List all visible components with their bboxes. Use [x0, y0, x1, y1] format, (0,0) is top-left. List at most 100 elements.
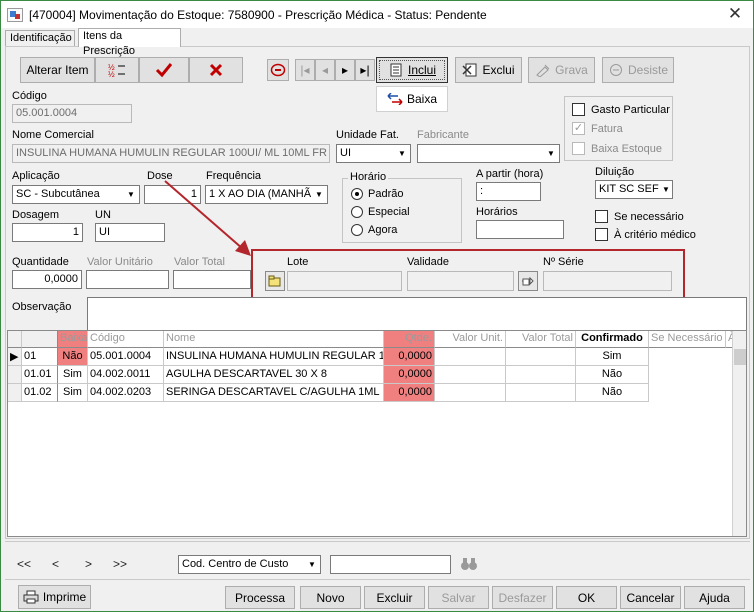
- grid-header-valor-total[interactable]: Valor Total: [506, 331, 576, 348]
- desiste-button[interactable]: Desiste: [602, 57, 674, 83]
- nav-next-button[interactable]: >: [85, 557, 92, 571]
- tab-identificacao[interactable]: Identificação: [5, 30, 75, 47]
- horario-especial-radio[interactable]: Especial: [351, 206, 410, 218]
- valor-total-field[interactable]: [173, 270, 251, 289]
- dosagem-field[interactable]: 1: [12, 223, 83, 242]
- horarios-field[interactable]: [476, 220, 564, 239]
- table-row-nome[interactable]: AGULHA DESCARTAVEL 30 X 8: [164, 366, 384, 384]
- excluir-button[interactable]: Excluir: [364, 586, 425, 609]
- novo-button[interactable]: Novo: [300, 586, 361, 609]
- checkmark-icon: [155, 63, 173, 78]
- table-row-confirmado[interactable]: Sim: [576, 348, 649, 366]
- table-row-valor-total[interactable]: [506, 384, 576, 402]
- grid-header-valor-unit[interactable]: Valor Unit.: [435, 331, 506, 348]
- horario-agora-radio[interactable]: Agora: [351, 224, 397, 236]
- grid-header-qtde[interactable]: Qtde.: [384, 331, 435, 348]
- grid-header-baixa[interactable]: Baixa: [58, 331, 88, 348]
- table-row-qtde[interactable]: 0,0000: [384, 366, 435, 384]
- inclui-button[interactable]: Inclui: [376, 57, 448, 83]
- first-record-icon: |◂: [300, 63, 310, 77]
- table-row-codigo[interactable]: 04.002.0011: [88, 366, 164, 384]
- table-row-item[interactable]: 01.02: [22, 384, 58, 402]
- alterar-item-button[interactable]: Alterar Item: [20, 57, 95, 83]
- table-row-valor-unit[interactable]: [435, 384, 506, 402]
- valor-unitario-field[interactable]: [86, 270, 169, 289]
- table-row-baixa[interactable]: Sim: [58, 384, 88, 402]
- sort-button[interactable]: ½½: [95, 57, 139, 83]
- observacao-field[interactable]: [87, 297, 747, 331]
- ok-label: OK: [577, 590, 596, 605]
- nav-last-button[interactable]: >>: [113, 557, 127, 571]
- table-row-confirmado[interactable]: Não: [576, 366, 649, 384]
- table-row-valor-unit[interactable]: [435, 348, 506, 366]
- cancel-item-button[interactable]: [189, 57, 243, 83]
- table-row-baixa[interactable]: Sim: [58, 366, 88, 384]
- fatura-checkbox[interactable]: ✓ Fatura: [572, 122, 623, 135]
- imprime-button[interactable]: Imprime: [18, 585, 91, 609]
- se-necessario-checkbox[interactable]: Se necessário: [595, 210, 684, 223]
- x-icon: [209, 63, 223, 77]
- tab-itens-prescricao[interactable]: Itens da Prescrição: [78, 28, 181, 57]
- table-row-baixa[interactable]: Não: [58, 348, 88, 366]
- criterio-medico-checkbox[interactable]: À critério médico: [595, 228, 696, 241]
- prev-record-button[interactable]: ◂: [315, 59, 335, 81]
- cancelar-button[interactable]: Cancelar: [620, 586, 681, 609]
- close-icon[interactable]: ✕: [717, 1, 753, 27]
- radio-selected-icon: [351, 188, 363, 200]
- scrollbar-thumb[interactable]: [734, 349, 746, 365]
- un-field[interactable]: UI: [95, 223, 165, 242]
- svg-text:½: ½: [108, 70, 115, 78]
- chevron-down-icon: ▼: [311, 186, 327, 203]
- fabricante-select[interactable]: ▼: [417, 144, 560, 163]
- divider: [5, 579, 750, 580]
- table-row-item[interactable]: 01.01: [22, 366, 58, 384]
- baixa-estoque-checkbox[interactable]: Baixa Estoque: [572, 142, 662, 155]
- table-row-valor-total[interactable]: [506, 348, 576, 366]
- nome-comercial-field[interactable]: INSULINA HUMANA HUMULIN REGULAR 100UI/ M…: [12, 144, 330, 163]
- desfazer-button[interactable]: Desfazer: [492, 586, 553, 609]
- table-row-nome[interactable]: SERINGA DESCARTAVEL C/AGULHA 1ML F: [164, 384, 384, 402]
- binoculars-icon[interactable]: [460, 556, 478, 572]
- grid-header-confirmado[interactable]: Confirmado: [576, 331, 649, 348]
- table-row-valor-unit[interactable]: [435, 366, 506, 384]
- salvar-button[interactable]: Salvar: [428, 586, 489, 609]
- horario-padrao-radio[interactable]: Padrão: [351, 188, 403, 200]
- a-partir-field[interactable]: :: [476, 182, 541, 201]
- ok-button[interactable]: OK: [556, 586, 617, 609]
- table-row-qtde[interactable]: 0,0000: [384, 384, 435, 402]
- confirm-button[interactable]: [139, 57, 189, 83]
- quantidade-field[interactable]: 0,0000: [12, 270, 82, 289]
- baixa-button[interactable]: Baixa: [376, 86, 448, 112]
- first-record-button[interactable]: |◂: [295, 59, 315, 81]
- nav-prev-button[interactable]: <: [52, 557, 59, 571]
- filter-search-input[interactable]: [330, 555, 451, 574]
- filter-field-select[interactable]: Cod. Centro de Custo ▼: [178, 555, 321, 574]
- codigo-label: Código: [12, 90, 47, 102]
- grid-scrollbar[interactable]: [732, 331, 746, 536]
- table-row-item[interactable]: 01: [22, 348, 58, 366]
- remove-icon-button[interactable]: [267, 59, 289, 81]
- table-row-codigo[interactable]: 05.001.0004: [88, 348, 164, 366]
- radio-icon: [351, 224, 363, 236]
- unidade-fat-select[interactable]: UI ▼: [336, 144, 411, 163]
- checkbox-icon: [595, 228, 608, 241]
- table-row-confirmado[interactable]: Não: [576, 384, 649, 402]
- table-row-nome[interactable]: INSULINA HUMANA HUMULIN REGULAR 1: [164, 348, 384, 366]
- gasto-particular-checkbox[interactable]: Gasto Particular: [572, 103, 670, 116]
- diluicao-select[interactable]: KIT SC SEF ▼: [595, 180, 673, 199]
- nav-first-button[interactable]: <<: [17, 557, 31, 571]
- grid-header-se-necessario[interactable]: Se Necessário: [649, 331, 726, 348]
- next-record-button[interactable]: ▸: [335, 59, 355, 81]
- last-record-button[interactable]: ▸|: [355, 59, 375, 81]
- grid-header-nome[interactable]: Nome: [164, 331, 384, 348]
- table-row-qtde[interactable]: 0,0000: [384, 348, 435, 366]
- processa-button[interactable]: Processa: [225, 586, 295, 609]
- grid-header-codigo[interactable]: Código: [88, 331, 164, 348]
- codigo-field[interactable]: 05.001.0004: [12, 104, 132, 123]
- table-row-valor-total[interactable]: [506, 366, 576, 384]
- table-row-codigo[interactable]: 04.002.0203: [88, 384, 164, 402]
- aplicacao-select[interactable]: SC - Subcutânea ▼: [12, 185, 140, 204]
- exclui-button[interactable]: Exclui: [455, 57, 522, 83]
- ajuda-button[interactable]: Ajuda: [684, 586, 745, 609]
- grava-button[interactable]: Grava: [528, 57, 595, 83]
